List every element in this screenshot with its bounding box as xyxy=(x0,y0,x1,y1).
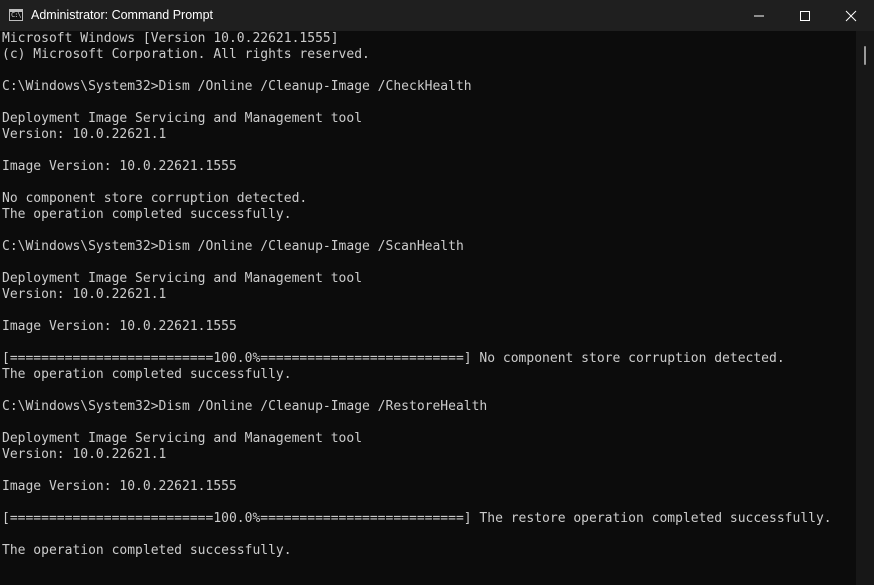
console-line: Deployment Image Servicing and Managemen… xyxy=(2,271,363,286)
console-output[interactable]: Microsoft Windows [Version 10.0.22621.15… xyxy=(0,31,856,585)
console-line: (c) Microsoft Corporation. All rights re… xyxy=(2,47,370,62)
console-line: The operation completed successfully. xyxy=(2,543,292,558)
vertical-scrollbar[interactable] xyxy=(856,31,874,585)
console-line: Microsoft Windows [Version 10.0.22621.15… xyxy=(2,31,339,46)
console-line: Image Version: 10.0.22621.1555 xyxy=(2,479,237,494)
maximize-button[interactable] xyxy=(782,0,828,31)
console-line: C:\Windows\System32>Dism /Online /Cleanu… xyxy=(2,239,464,254)
minimize-button[interactable] xyxy=(736,0,782,31)
console-line: C:\Windows\System32>Dism /Online /Cleanu… xyxy=(2,79,472,94)
window-title: Administrator: Command Prompt xyxy=(31,8,214,22)
console-line: Version: 10.0.22621.1 xyxy=(2,287,167,302)
console-line: Deployment Image Servicing and Managemen… xyxy=(2,431,363,446)
console-line: The operation completed successfully. xyxy=(2,207,292,222)
command-prompt-icon: C:\ xyxy=(9,9,23,21)
console-line: Deployment Image Servicing and Managemen… xyxy=(2,111,363,126)
console-line: No component store corruption detected. xyxy=(2,191,308,206)
console-line: [==========================100.0%=======… xyxy=(2,351,785,366)
console-line: Image Version: 10.0.22621.1555 xyxy=(2,319,237,334)
title-bar[interactable]: C:\ Administrator: Command Prompt xyxy=(0,0,874,31)
scrollbar-thumb[interactable] xyxy=(864,46,866,65)
console-line: Image Version: 10.0.22621.1555 xyxy=(2,159,237,174)
maximize-icon xyxy=(800,10,810,21)
command-prompt-window: C:\ Administrator: Command Prompt Micros… xyxy=(0,0,874,585)
close-icon xyxy=(845,10,857,21)
app-icon-text: C:\ xyxy=(11,11,22,19)
close-button[interactable] xyxy=(828,0,874,31)
console-line: The operation completed successfully. xyxy=(2,367,292,382)
minimize-icon xyxy=(754,15,764,16)
console-line: C:\Windows\System32>Dism /Online /Cleanu… xyxy=(2,399,488,414)
console-line: Version: 10.0.22621.1 xyxy=(2,447,167,462)
console-lines: Microsoft Windows [Version 10.0.22621.15… xyxy=(2,31,832,559)
console-line: [==========================100.0%=======… xyxy=(2,511,832,526)
console-line: Version: 10.0.22621.1 xyxy=(2,127,167,142)
